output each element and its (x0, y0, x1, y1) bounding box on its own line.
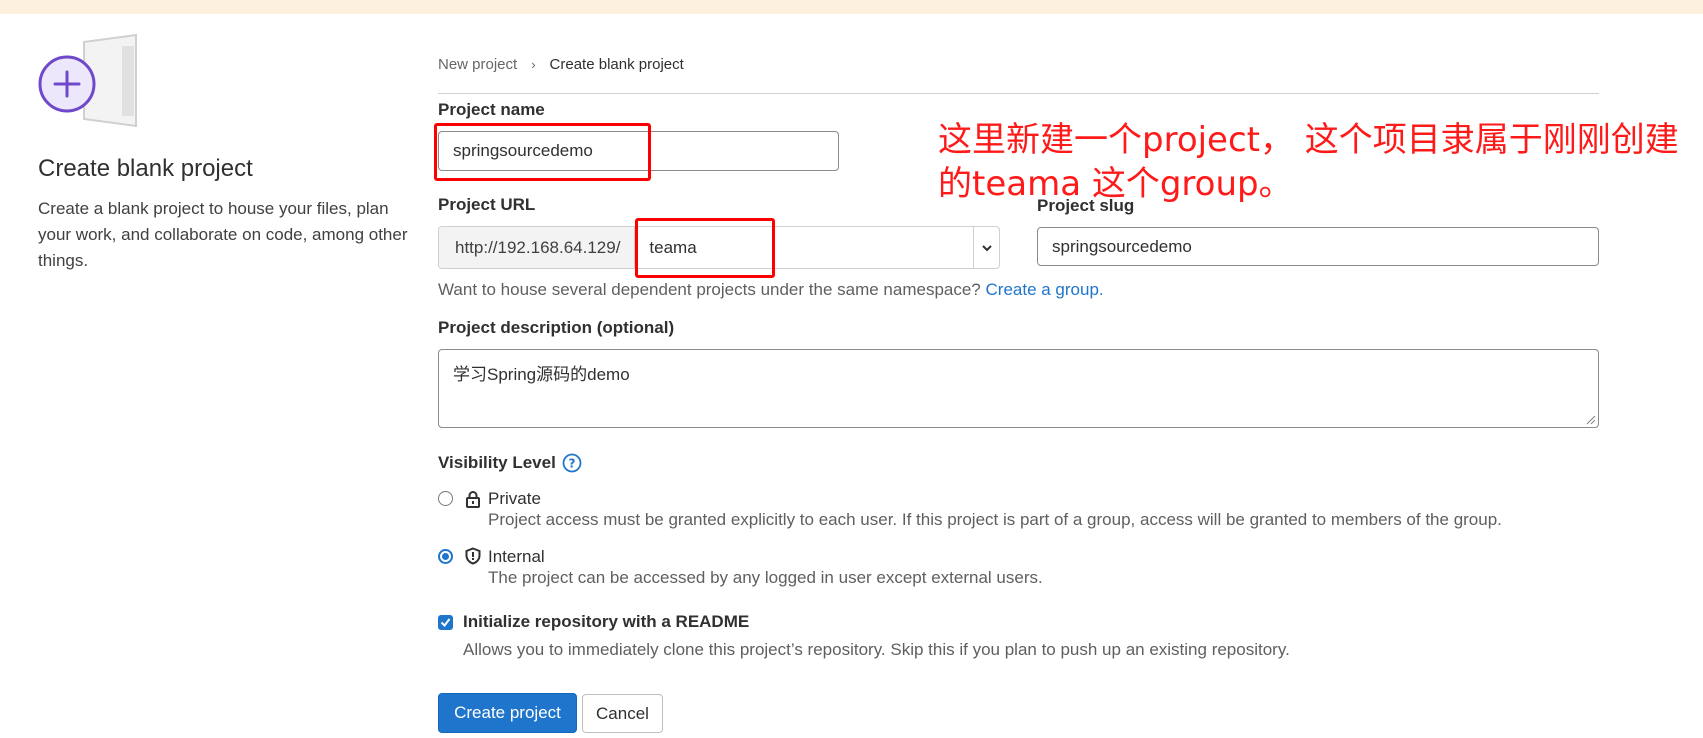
divider (438, 93, 1599, 94)
help-icon[interactable]: ? (562, 453, 582, 473)
chevron-down-icon[interactable] (973, 227, 999, 268)
panel-title: Create blank project (38, 155, 253, 182)
resize-grip-icon[interactable] (1586, 415, 1596, 425)
project-name-value: springsourcedemo (453, 141, 593, 160)
namespace-value: teama (649, 237, 697, 257)
breadcrumb-new-project[interactable]: New project (438, 56, 517, 73)
breadcrumb-current: Create blank project (549, 56, 684, 73)
visibility-private-title: Private (488, 489, 541, 508)
visibility-internal-radio[interactable] (438, 549, 453, 564)
panel-description: Create a blank project to house your fil… (38, 199, 408, 270)
create-project-button[interactable]: Create project (438, 693, 577, 733)
shield-icon (465, 547, 481, 565)
project-url-group: http://192.168.64.129/ teama (438, 226, 1000, 269)
visibility-internal-title: Internal (488, 547, 545, 566)
visibility-internal-description: The project can be accessed by any logge… (488, 568, 1043, 587)
top-banner-strip (0, 0, 1703, 14)
project-url-prefix: http://192.168.64.129/ (439, 227, 636, 268)
project-description-textarea[interactable]: 学习Spring源码的demo (438, 349, 1599, 428)
project-name-input[interactable]: springsourcedemo (438, 131, 839, 171)
cancel-button[interactable]: Cancel (582, 694, 663, 733)
create-group-link[interactable]: Create a group. (986, 280, 1104, 299)
annotation-text: 这里新建一个project， 这个项目隶属于刚刚创建的teama 这个group… (938, 120, 1679, 204)
svg-text:?: ? (568, 457, 575, 471)
project-description-label: Project description (optional) (438, 318, 675, 337)
project-name-label: Project name (438, 100, 545, 119)
project-slug-input[interactable]: springsourcedemo (1037, 227, 1599, 266)
check-icon (440, 618, 451, 628)
visibility-level-heading: Visibility Level ? (438, 453, 582, 473)
namespace-hint-text: Want to house several dependent projects… (438, 280, 981, 299)
blank-project-illustration (36, 32, 140, 128)
project-description-value: 学习Spring源码的demo (453, 365, 630, 384)
visibility-private-description: Project access must be granted explicitl… (488, 510, 1502, 529)
chevron-right-icon: › (531, 57, 536, 72)
visibility-private-radio[interactable] (438, 491, 453, 506)
namespace-hint: Want to house several dependent projects… (438, 280, 1104, 300)
breadcrumb: New project › Create blank project (438, 56, 684, 73)
readme-checkbox-description: Allows you to immediately clone this pro… (463, 640, 1290, 659)
readme-checkbox-label[interactable]: Initialize repository with a README (463, 612, 749, 632)
visibility-level-label: Visibility Level (438, 453, 556, 472)
readme-checkbox[interactable] (438, 615, 453, 630)
lock-icon (466, 491, 480, 508)
project-url-label: Project URL (438, 195, 536, 214)
project-slug-value: springsourcedemo (1052, 236, 1192, 256)
namespace-select[interactable]: teama (635, 227, 973, 268)
